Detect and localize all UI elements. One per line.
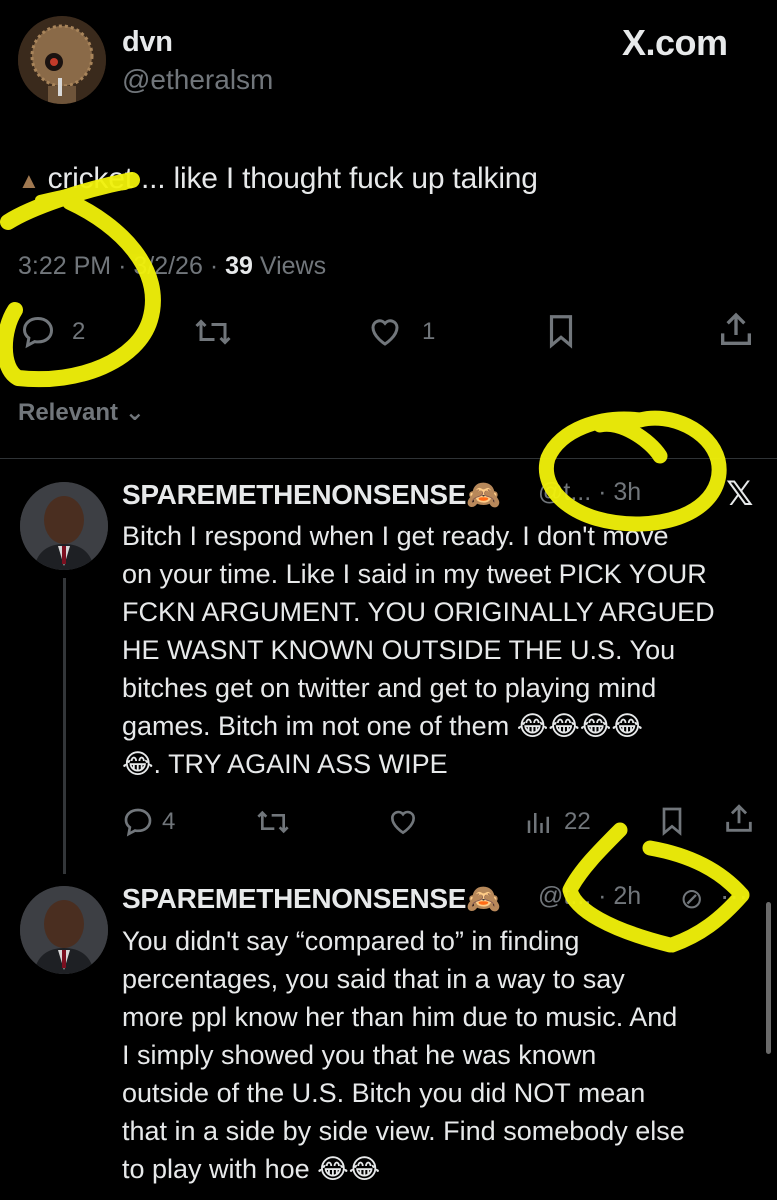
emoji-icon: ▲: [18, 168, 40, 193]
reply-count: 4: [162, 808, 176, 835]
reply-handle[interactable]: @t... · 3h: [538, 478, 641, 507]
reply-text: Bitch I respond when I get ready. I don'…: [122, 521, 715, 779]
views-count: 22: [564, 808, 591, 835]
reply-avatar[interactable]: [20, 482, 108, 570]
like-icon[interactable]: [366, 314, 404, 350]
reply-text: You didn't say “compared to” in finding …: [122, 926, 685, 1184]
scrollbar[interactable]: [766, 902, 771, 1054]
views-label: Views: [259, 252, 327, 280]
author-display-name[interactable]: dvn: [122, 26, 173, 59]
author-handle[interactable]: @etheralsm: [122, 64, 273, 96]
grok-icon[interactable]: ⊘: [680, 882, 703, 915]
share-icon[interactable]: [716, 310, 756, 350]
like-count: 1: [422, 318, 436, 345]
more-options-icon[interactable]: ···: [720, 880, 748, 912]
bookmark-icon[interactable]: [656, 804, 688, 838]
divider: [0, 458, 777, 459]
sort-replies-dropdown[interactable]: Relevant ⌄: [18, 398, 145, 427]
reply-icon[interactable]: [20, 314, 56, 350]
retweet-icon[interactable]: [192, 314, 234, 350]
like-icon[interactable]: [386, 806, 420, 838]
retweet-icon[interactable]: [254, 806, 292, 838]
chevron-down-icon: ⌄: [124, 399, 145, 426]
reply-display-name[interactable]: SPAREMETHENONSENSE🙈: [122, 882, 501, 915]
x-logo-icon: 𝕏: [726, 475, 754, 513]
reply-count: 2: [72, 318, 86, 345]
reply-handle[interactable]: @t... · 2h: [538, 882, 641, 911]
thread-line: [63, 578, 66, 874]
tweet-meta: 3:22 PM · 3/2/26 · 39 Views: [18, 252, 327, 280]
reply-avatar[interactable]: [20, 886, 108, 974]
share-icon[interactable]: [722, 802, 756, 836]
tweet-date[interactable]: 3/2/26: [133, 252, 203, 280]
author-avatar[interactable]: [18, 16, 106, 104]
bookmark-icon[interactable]: [542, 312, 580, 350]
reply-display-name[interactable]: SPAREMETHENONSENSE🙈: [122, 478, 501, 511]
analytics-icon[interactable]: [524, 808, 554, 838]
tweet-text: ▲ cricket ... like I thought fuck up talk…: [18, 162, 538, 195]
reply-icon[interactable]: [122, 806, 154, 838]
views-count: 39: [225, 252, 253, 280]
brand-watermark: X.com: [622, 22, 728, 63]
tweet-time[interactable]: 3:22 PM: [18, 252, 111, 280]
